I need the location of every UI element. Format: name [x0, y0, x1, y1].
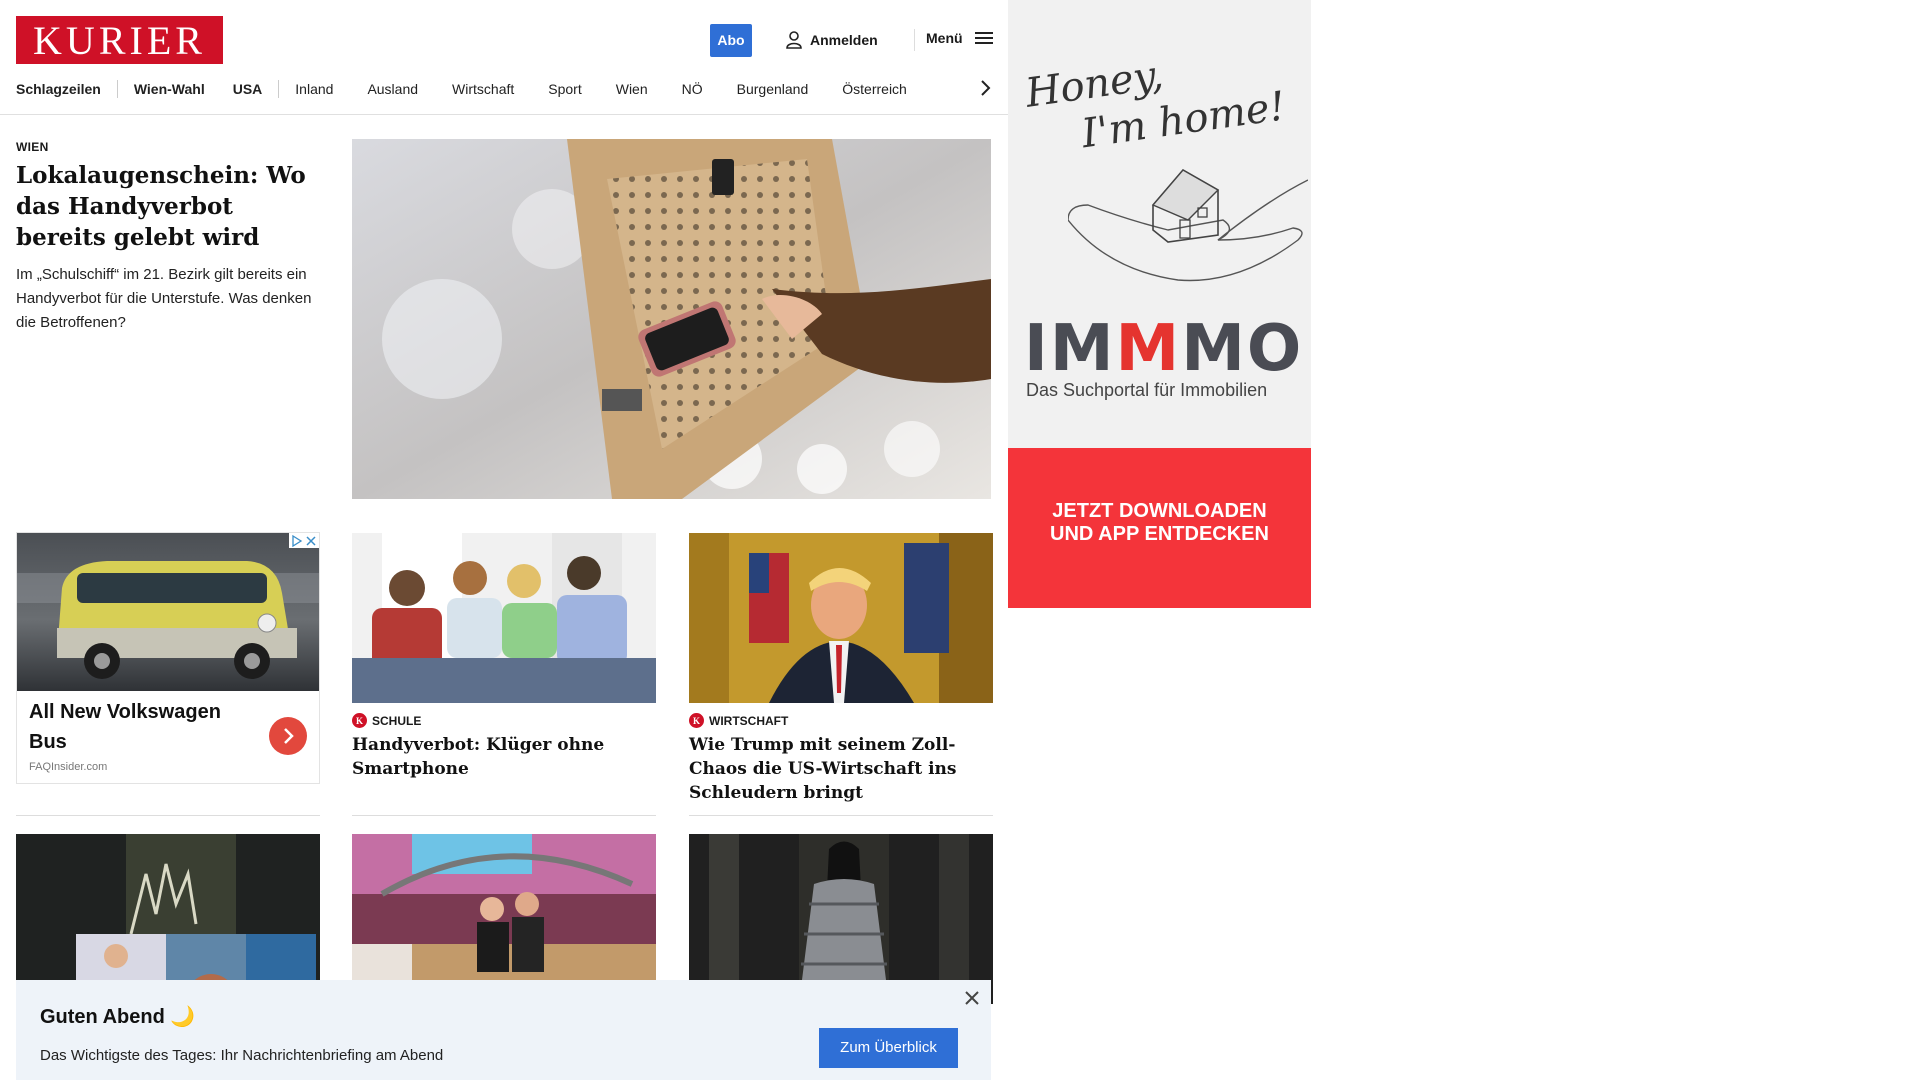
ad-card-volkswagen[interactable]: All New Volkswagen Bus FAQInsider.com	[16, 532, 320, 784]
login-label: Anmelden	[810, 32, 878, 48]
chevron-right-icon[interactable]	[978, 78, 992, 98]
nav-item-noe[interactable]: NÖ	[682, 81, 703, 97]
kurier-logo[interactable]: KURIER	[16, 16, 223, 64]
kurier-badge-icon: K	[689, 713, 704, 728]
login-button[interactable]: Anmelden	[786, 30, 878, 50]
hamburger-icon	[974, 32, 993, 44]
ad-tagline: Das Suchportal für Immobilien	[1026, 380, 1268, 400]
article-card[interactable]	[352, 834, 656, 1004]
briefing-greeting: Guten Abend 🌙	[40, 1006, 196, 1028]
ad-source: FAQInsider.com	[29, 761, 108, 773]
overview-button[interactable]: Zum Überblick	[819, 1028, 958, 1068]
article-image[interactable]	[689, 533, 993, 703]
article-topic[interactable]: K SCHULE	[352, 713, 656, 728]
article-card[interactable]: K SCHULE Handyverbot: Klüger ohne Smartp…	[352, 533, 656, 781]
kurier-badge-icon: K	[352, 713, 367, 728]
article-image[interactable]	[16, 834, 320, 1004]
article-image[interactable]	[689, 834, 993, 1004]
immmo-logo: IMMMO	[1024, 312, 1304, 386]
lead-teaser[interactable]: Im „Schulschiff“ im 21. Bezirk gilt bere…	[16, 263, 316, 335]
article-image[interactable]	[352, 834, 656, 1004]
row-divider	[16, 815, 320, 816]
lead-headline[interactable]: Lokalaugenschein: Wo das Handyverbot ber…	[16, 160, 316, 253]
house-hand-icon	[1068, 168, 1308, 282]
lead-image[interactable]	[352, 139, 991, 499]
article-card[interactable]	[689, 834, 993, 1004]
nav-item-usa[interactable]: USA	[233, 81, 263, 97]
nav-item-inland[interactable]: Inland	[295, 81, 333, 97]
header-divider	[914, 29, 915, 51]
adchoices-icon[interactable]	[289, 533, 319, 548]
briefing-subtitle: Das Wichtigste des Tages: Ihr Nachrichte…	[40, 1047, 444, 1064]
nav-item-oesterreich[interactable]: Österreich	[842, 81, 907, 97]
ad-title[interactable]: All New Volkswagen Bus	[29, 697, 249, 757]
nav-item-sport[interactable]: Sport	[548, 81, 581, 97]
abo-button[interactable]: Abo	[710, 24, 752, 57]
nav-item-wien-wahl[interactable]: Wien-Wahl	[134, 81, 205, 97]
chevron-right-icon	[284, 728, 294, 744]
nav-item-wirtschaft[interactable]: Wirtschaft	[452, 81, 514, 97]
lead-topic[interactable]: WIEN	[16, 140, 49, 154]
nav-item-ausland[interactable]: Ausland	[367, 81, 418, 97]
evening-briefing-banner: Guten Abend 🌙 Das Wichtigste des Tages: …	[16, 980, 991, 1080]
main-navigation: Schlagzeilen Wien-Wahl USA Inland Auslan…	[16, 78, 907, 100]
nav-item-burgenland[interactable]: Burgenland	[737, 81, 809, 97]
close-icon[interactable]	[962, 988, 982, 1008]
article-headline[interactable]: Handyverbot: Klüger ohne Smartphone	[352, 733, 656, 781]
download-app-button[interactable]: JETZT DOWNLOADEN UND APP ENTDECKEN	[1008, 448, 1311, 608]
menu-label: Menü	[926, 30, 963, 46]
nav-item-schlagzeilen[interactable]: Schlagzeilen	[16, 81, 101, 97]
nav-divider	[116, 80, 118, 98]
article-headline[interactable]: Wie Trump mit seinem Zoll-Chaos die US-W…	[689, 733, 993, 805]
row-divider	[352, 815, 656, 816]
nav-divider	[278, 80, 280, 98]
ad-arrow-button[interactable]	[269, 717, 307, 755]
ad-image[interactable]	[17, 533, 319, 691]
article-card[interactable]	[16, 834, 320, 1004]
immmo-side-ad[interactable]: Honey, I'm home! IMMMO Das Suchportal fü…	[1008, 0, 1311, 608]
menu-button[interactable]: Menü	[926, 30, 993, 46]
nav-item-wien[interactable]: Wien	[616, 81, 648, 97]
site-header: KURIER Abo Anmelden Menü Schlagzeilen Wi…	[0, 0, 1008, 115]
article-card[interactable]: K WIRTSCHAFT Wie Trump mit seinem Zoll-C…	[689, 533, 993, 805]
ad-script-text: Honey, I'm home!	[1022, 51, 1289, 158]
row-divider	[689, 815, 993, 816]
article-topic[interactable]: K WIRTSCHAFT	[689, 713, 993, 728]
article-image[interactable]	[352, 533, 656, 703]
user-icon	[786, 31, 802, 49]
